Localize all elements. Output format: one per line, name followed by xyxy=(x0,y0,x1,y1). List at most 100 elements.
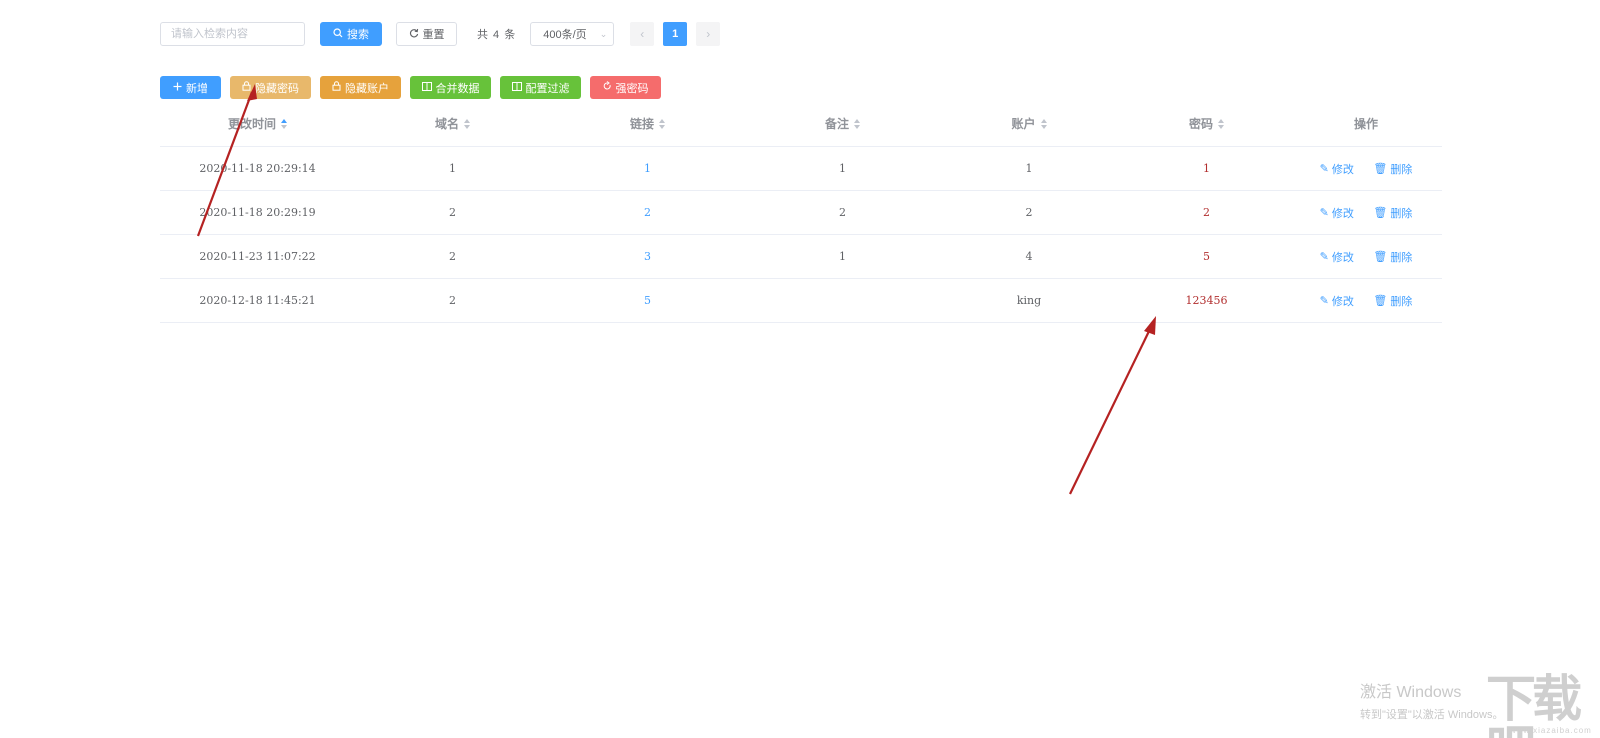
hide-account-label: 隐藏账户 xyxy=(345,82,389,95)
column-header-actions: 操作 xyxy=(1353,116,1378,131)
strong-password-button[interactable]: 强密码 xyxy=(590,76,661,99)
edit-button[interactable]: ✎ 修改 xyxy=(1320,293,1354,309)
cell-time: 2020-11-18 20:29:14 xyxy=(199,162,316,175)
columns-icon xyxy=(511,81,522,94)
delete-button[interactable]: 🗑 删除 xyxy=(1373,205,1412,221)
edit-icon: ✎ xyxy=(1319,207,1329,219)
password-table: 更改时间 域名 链接 备注 账户 密码 操作 2020-11-18 20:29:… xyxy=(160,100,1442,323)
cell-link[interactable]: 1 xyxy=(550,162,745,175)
edit-label: 修改 xyxy=(1331,295,1354,308)
edit-button[interactable]: ✎ 修改 xyxy=(1320,161,1354,177)
edit-button[interactable]: ✎ 修改 xyxy=(1320,249,1354,265)
watermark-title: 激活 Windows xyxy=(1360,684,1462,701)
delete-label: 删除 xyxy=(1390,163,1413,176)
cell-domain: 1 xyxy=(449,162,456,175)
plus-icon xyxy=(173,82,182,94)
cell-domain: 2 xyxy=(449,206,456,219)
watermark-subtitle: 转到"设置"以激活 Windows。 xyxy=(1360,709,1504,721)
delete-label: 删除 xyxy=(1390,207,1413,220)
cell-domain: 2 xyxy=(449,294,456,307)
refresh-icon xyxy=(409,28,419,41)
cell-account: 2 xyxy=(1025,206,1033,219)
next-page-button[interactable]: › xyxy=(696,22,721,46)
add-button-label: 新增 xyxy=(186,82,208,95)
refresh-icon xyxy=(603,81,612,94)
cell-note: 1 xyxy=(839,162,846,175)
cell-link[interactable]: 5 xyxy=(550,294,745,307)
edit-icon: ✎ xyxy=(1319,251,1329,263)
page-size-value: 400条/页 xyxy=(543,29,587,41)
search-icon xyxy=(333,27,343,41)
search-input[interactable] xyxy=(160,22,305,46)
cell-link[interactable]: 3 xyxy=(550,250,745,263)
edit-icon: ✎ xyxy=(1319,295,1329,307)
edit-label: 修改 xyxy=(1331,163,1354,176)
sort-caret-icon[interactable] xyxy=(281,119,287,130)
edit-button[interactable]: ✎ 修改 xyxy=(1320,205,1354,221)
delete-button[interactable]: 🗑 删除 xyxy=(1373,293,1412,309)
cell-password[interactable]: 5 xyxy=(1118,250,1295,263)
lock-icon xyxy=(332,81,341,94)
edit-label: 修改 xyxy=(1331,207,1354,220)
site-logo-url: www.xiazaiba.com xyxy=(1510,726,1592,735)
table-row: 2020-11-23 11:07:22 2 3 1 4 5 ✎ 修改 🗑 删除 xyxy=(160,235,1442,279)
column-header-link[interactable]: 链接 xyxy=(550,115,745,132)
page-size-select[interactable]: 400条/页 ⌄ xyxy=(530,22,615,46)
cell-time: 2020-11-18 20:29:19 xyxy=(199,206,316,219)
search-button[interactable]: 搜索 xyxy=(320,22,382,46)
delete-label: 删除 xyxy=(1390,295,1413,308)
hide-password-button[interactable]: 隐藏密码 xyxy=(230,76,311,99)
sort-caret-icon[interactable] xyxy=(854,119,860,130)
reset-button-label: 重置 xyxy=(422,29,445,41)
table-row: 2020-11-18 20:29:14 1 1 1 1 1 ✎ 修改 🗑 删除 xyxy=(160,147,1442,191)
config-filter-button[interactable]: 配置过滤 xyxy=(500,76,581,99)
page-number-1[interactable]: 1 xyxy=(663,22,688,46)
cell-actions: ✎ 修改 🗑 删除 xyxy=(1295,161,1437,177)
sort-caret-icon[interactable] xyxy=(659,119,665,130)
column-header-domain[interactable]: 域名 xyxy=(355,115,550,132)
trash-icon: 🗑 xyxy=(1373,295,1388,307)
cell-note: 1 xyxy=(839,250,846,263)
sort-caret-icon[interactable] xyxy=(1218,119,1224,130)
cell-note: 2 xyxy=(839,206,846,219)
cell-password[interactable]: 1 xyxy=(1118,162,1295,175)
cell-password[interactable]: 2 xyxy=(1118,206,1295,219)
column-header-account[interactable]: 账户 xyxy=(940,115,1118,132)
table-row: 2020-12-18 11:45:21 2 5 king 123456 ✎ 修改 … xyxy=(160,279,1442,323)
table-row: 2020-11-18 20:29:19 2 2 2 2 2 ✎ 修改 🗑 删除 xyxy=(160,191,1442,235)
chevron-down-icon: ⌄ xyxy=(599,28,608,39)
cell-domain: 2 xyxy=(449,250,456,263)
sort-caret-icon[interactable] xyxy=(1040,119,1047,130)
strong-password-label: 强密码 xyxy=(615,82,649,95)
merge-data-label: 合并数据 xyxy=(435,82,480,95)
sort-caret-icon[interactable] xyxy=(464,119,470,130)
search-button-label: 搜索 xyxy=(347,29,369,41)
windows-activation-watermark: 激活 Windows 转到"设置"以激活 Windows。 xyxy=(1360,678,1504,722)
edit-icon: ✎ xyxy=(1319,163,1329,175)
cell-actions: ✎ 修改 🗑 删除 xyxy=(1295,293,1437,309)
merge-data-button[interactable]: 合并数据 xyxy=(410,76,491,99)
hide-password-label: 隐藏密码 xyxy=(255,82,299,95)
column-header-note[interactable]: 备注 xyxy=(745,115,940,132)
cell-actions: ✎ 修改 🗑 删除 xyxy=(1295,205,1437,221)
annotation-arrow-password xyxy=(1069,316,1156,495)
column-header-time[interactable]: 更改时间 xyxy=(160,115,355,132)
action-toolbar: 新增 隐藏密码 隐藏账户 合并数据 配置过滤 强密码 xyxy=(160,76,670,99)
cell-account: 1 xyxy=(1025,162,1033,175)
delete-button[interactable]: 🗑 删除 xyxy=(1373,249,1412,265)
column-header-password[interactable]: 密码 xyxy=(1118,115,1295,132)
cell-account: king xyxy=(1016,294,1042,307)
cell-link[interactable]: 2 xyxy=(550,206,745,219)
prev-page-button[interactable]: ‹ xyxy=(630,22,655,46)
cell-time: 2020-11-23 11:07:22 xyxy=(199,250,316,263)
hide-account-button[interactable]: 隐藏账户 xyxy=(320,76,401,99)
cell-password[interactable]: 123456 xyxy=(1118,294,1295,307)
columns-icon xyxy=(421,81,432,94)
cell-actions: ✎ 修改 🗑 删除 xyxy=(1295,249,1437,265)
delete-button[interactable]: 🗑 删除 xyxy=(1373,161,1412,177)
add-button[interactable]: 新增 xyxy=(160,76,221,99)
cell-time: 2020-12-18 11:45:21 xyxy=(199,294,316,307)
trash-icon: 🗑 xyxy=(1373,251,1388,263)
reset-button[interactable]: 重置 xyxy=(396,22,457,46)
lock-icon xyxy=(242,81,251,94)
